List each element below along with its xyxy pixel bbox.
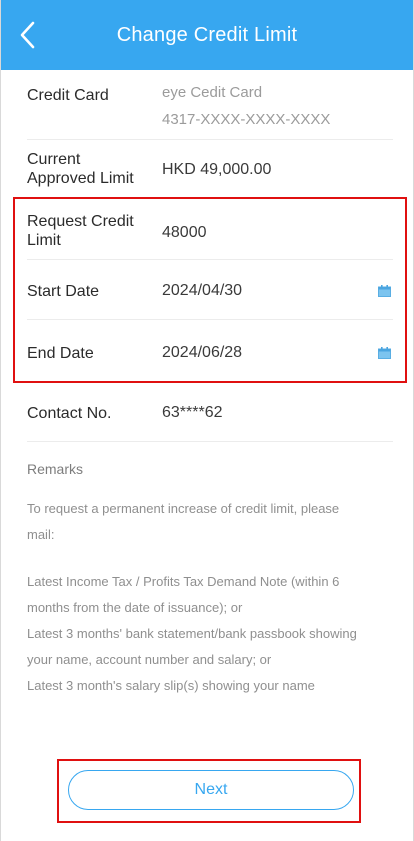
request-limit-label-line2: Limit: [27, 232, 61, 249]
remarks-title: Remarks: [27, 461, 84, 477]
current-limit-value: HKD 49,000.00: [162, 161, 272, 178]
contact-value: 63****62: [162, 404, 223, 421]
remarks-intro-line1: To request a permanent increase of credi…: [27, 501, 340, 516]
calendar-icon[interactable]: [378, 347, 391, 359]
change-credit-limit-screen: Change Credit Limit Credit Card eye Cedi…: [0, 0, 414, 841]
current-limit-label-line1: Current: [27, 151, 81, 168]
end-date-value[interactable]: 2024/06/28: [162, 344, 242, 362]
request-limit-label: Request Credit Limit: [27, 212, 134, 250]
end-date-label: End Date: [27, 345, 94, 362]
credit-card-row: Credit Card eye Cedit Card 4317-XXXX-XXX…: [27, 70, 393, 140]
end-date-row[interactable]: End Date 2024/06/28: [27, 320, 393, 382]
remarks-item3: Latest 3 month's salary slip(s) showing …: [27, 678, 315, 693]
request-limit-label-line1: Request Credit: [27, 213, 134, 230]
remarks-list: Latest Income Tax / Profits Tax Demand N…: [27, 569, 387, 699]
start-date-row[interactable]: Start Date 2024/04/30: [27, 260, 393, 320]
contact-label: Contact No.: [27, 405, 112, 422]
credit-card-name: eye Cedit Card: [162, 84, 263, 101]
start-date-value[interactable]: 2024/04/30: [162, 282, 242, 300]
header-bar: Change Credit Limit: [1, 0, 413, 70]
remarks-item2-line2: your name, account number and salary; or: [27, 652, 272, 667]
remarks-intro: To request a permanent increase of credi…: [27, 496, 387, 548]
start-date-label: Start Date: [27, 283, 100, 300]
request-limit-input[interactable]: 48000: [162, 224, 207, 242]
remarks-item1-line2: months from the date of issuance); or: [27, 600, 243, 615]
current-limit-label: Current Approved Limit: [27, 150, 134, 188]
back-button[interactable]: [15, 20, 39, 50]
remarks-item2-line1: Latest 3 months' bank statement/bank pas…: [27, 626, 357, 641]
remarks-intro-line2: mail:: [27, 527, 55, 542]
current-limit-row: Current Approved Limit HKD 49,000.00: [27, 140, 393, 198]
page-title: Change Credit Limit: [116, 23, 298, 46]
credit-card-number: 4317-XXXX-XXXX-XXXX: [162, 111, 331, 128]
remarks-item1-line1: Latest Income Tax / Profits Tax Demand N…: [27, 574, 340, 589]
next-button[interactable]: Next: [68, 770, 354, 810]
credit-card-label: Credit Card: [27, 87, 109, 104]
calendar-icon[interactable]: [378, 285, 391, 297]
current-limit-label-line2: Approved Limit: [27, 170, 134, 187]
contact-row: Contact No. 63****62: [27, 384, 393, 442]
chevron-left-icon: [20, 21, 35, 49]
request-limit-row[interactable]: Request Credit Limit 48000: [27, 198, 393, 260]
